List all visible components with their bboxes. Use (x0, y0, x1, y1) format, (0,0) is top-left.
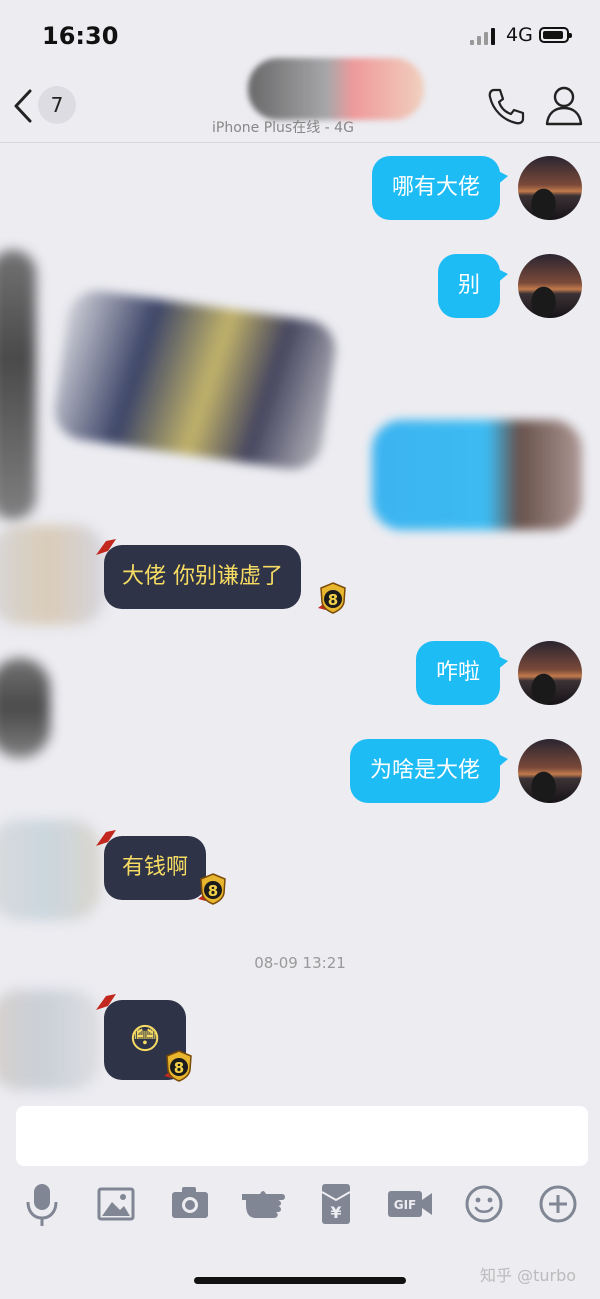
battery-icon (539, 27, 572, 43)
redacted-avatar (0, 658, 50, 758)
message-timestamp: 08-09 13:21 (254, 954, 346, 972)
outgoing-message[interactable]: 为啥是大佬 (349, 739, 509, 803)
emoji-icon[interactable] (460, 1178, 508, 1230)
gif-label: GIF (394, 1198, 417, 1212)
image-icon[interactable] (92, 1178, 140, 1230)
bubble-ribbon-icon (96, 830, 116, 846)
outgoing-message[interactable]: 咋啦 (415, 641, 509, 705)
input-toolbar: ¥ GIF (0, 1178, 600, 1234)
incoming-message[interactable]: 大佬 你别谦虚了 (104, 545, 301, 609)
bubble-ribbon-icon (96, 994, 116, 1010)
redacted-avatar (0, 525, 105, 625)
redacted-image (50, 286, 340, 474)
microphone-icon[interactable] (18, 1178, 66, 1230)
phone-icon[interactable] (486, 86, 526, 126)
bubble-badge-icon: 8 (164, 1050, 192, 1082)
contact-status: iPhone Plus在线 - 4G (212, 120, 354, 136)
redacted-avatar (0, 820, 100, 920)
plus-icon[interactable] (534, 1178, 582, 1230)
poke-hand-icon[interactable] (238, 1178, 290, 1230)
chat-header: 7 iPhone Plus在线 - 4G (0, 58, 600, 143)
bubble-badge-icon: 8 (198, 873, 226, 905)
message-input[interactable] (16, 1106, 588, 1166)
camera-icon[interactable] (166, 1178, 214, 1230)
bubble-badge-icon: 8 (318, 582, 346, 614)
watermark: 知乎 @turbo (480, 1266, 577, 1285)
unread-count-badge[interactable]: 7 (38, 86, 76, 124)
redacted-avatar (0, 250, 36, 520)
signal-icon (470, 27, 500, 45)
avatar[interactable] (518, 641, 582, 705)
redacted-avatar (0, 990, 100, 1090)
flushed-emoji-icon: 😳 (129, 1022, 161, 1057)
badge-number: 8 (208, 882, 218, 900)
status-time: 16:30 (42, 22, 119, 50)
outgoing-message[interactable]: 哪有大佬 (371, 156, 509, 220)
profile-icon[interactable] (544, 84, 584, 126)
outgoing-message[interactable]: 别 (437, 254, 509, 318)
redacted-contact-name (248, 58, 424, 120)
red-packet-icon[interactable]: ¥ (312, 1178, 360, 1230)
red-packet-symbol: ¥ (330, 1203, 341, 1222)
bubble-ribbon-icon (96, 539, 116, 555)
back-icon[interactable] (10, 88, 40, 124)
redacted-message (372, 420, 582, 530)
badge-number: 8 (174, 1059, 184, 1077)
network-type: 4G (506, 24, 533, 46)
avatar[interactable] (518, 156, 582, 220)
badge-number: 8 (328, 591, 338, 609)
avatar[interactable] (518, 739, 582, 803)
avatar[interactable] (518, 254, 582, 318)
home-indicator[interactable] (194, 1277, 406, 1284)
gif-icon[interactable]: GIF (386, 1178, 434, 1230)
incoming-message[interactable]: 有钱啊 (104, 836, 207, 900)
